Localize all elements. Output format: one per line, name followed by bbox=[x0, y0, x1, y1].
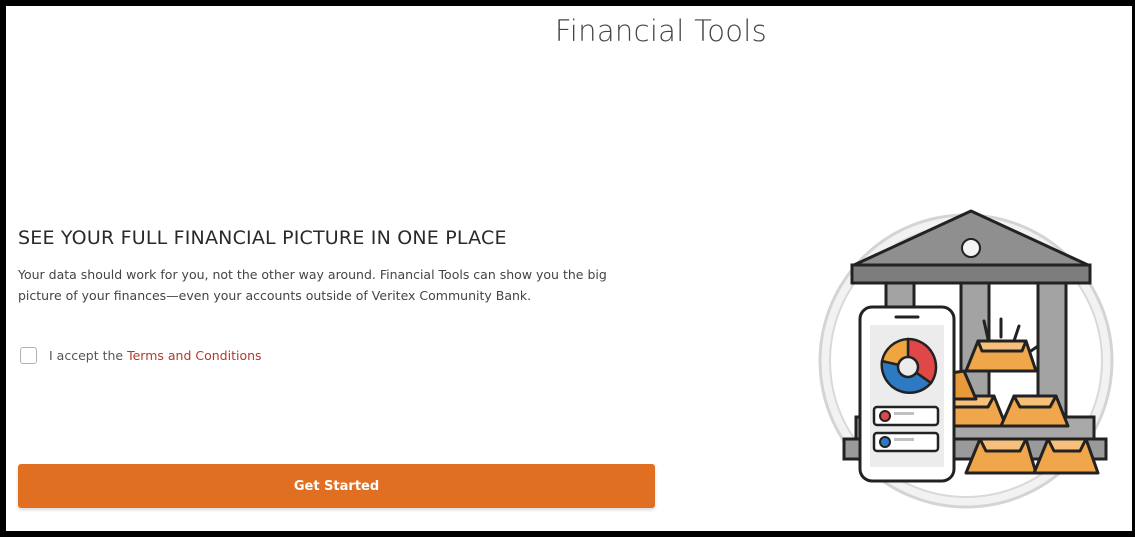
terms-checkbox[interactable] bbox=[20, 347, 37, 364]
terms-row: I accept the Terms and Conditions bbox=[20, 347, 262, 364]
terms-label: I accept the bbox=[49, 348, 124, 363]
bank-emblem-icon bbox=[961, 238, 981, 258]
description-line-2: picture of your finances—even your accou… bbox=[18, 288, 532, 303]
section-headline: SEE YOUR FULL FINANCIAL PICTURE IN ONE P… bbox=[18, 227, 507, 249]
description-line-1: Your data should work for you, not the o… bbox=[18, 267, 607, 282]
pie-chart-icon bbox=[880, 337, 938, 394]
account-dot-blue-icon bbox=[879, 436, 891, 448]
account-dot-red-icon bbox=[879, 410, 891, 422]
account-row-2-bar bbox=[894, 438, 914, 441]
illustration-svg bbox=[818, 209, 1114, 509]
terms-link[interactable]: Terms and Conditions bbox=[127, 348, 261, 363]
bank-phone-gold-illustration bbox=[816, 191, 1132, 531]
app-frame: Financial Tools SEE YOUR FULL FINANCIAL … bbox=[6, 6, 1132, 531]
bank-roof-base bbox=[850, 263, 1092, 285]
account-row-1-bar bbox=[894, 412, 914, 415]
page-title: Financial Tools bbox=[554, 14, 768, 48]
section-description: Your data should work for you, not the o… bbox=[18, 264, 698, 306]
get-started-button[interactable]: Get Started bbox=[18, 464, 655, 508]
